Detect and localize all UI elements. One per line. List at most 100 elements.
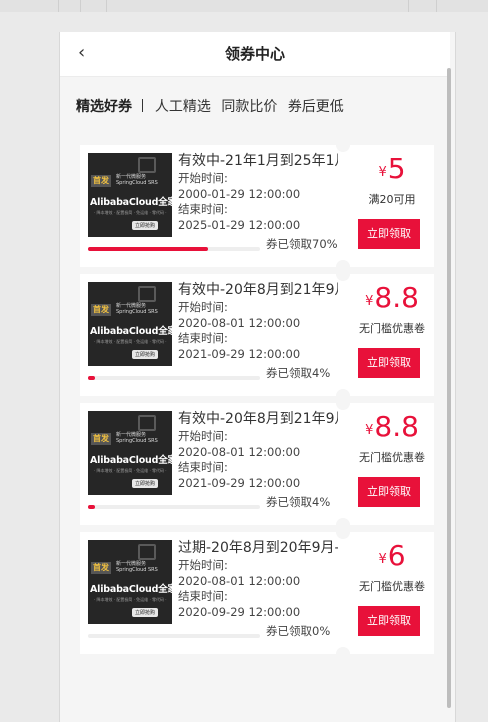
currency-symbol: ¥ <box>378 552 387 567</box>
coupon-value-panel: ¥5 满20可用 立即领取 <box>350 145 434 267</box>
coupon-name: 过期-20年8月到20年9月- <box>178 540 338 556</box>
start-label: 开始时间: <box>178 558 228 572</box>
bracket-icon <box>138 286 156 302</box>
end-label: 结束时间: <box>178 589 228 603</box>
thumb-brand: AlibabaCloud全家桶 <box>90 326 172 337</box>
start-time: 2000-01-29 12:00:00 <box>178 186 301 201</box>
thumb-subtitle-line: SpringCloud SRS <box>116 309 158 315</box>
claim-button[interactable]: 立即领取 <box>358 219 420 249</box>
thumb-tagline: · 降本增效 · 配置极简 · 免运维 · 零代码 · <box>94 339 167 344</box>
phone-viewport: ‹ 领券中心 精选好券 人工精选 同款比价 券后更低 首发 新一代微服务 Spr… <box>59 32 456 722</box>
bracket-icon <box>138 157 156 173</box>
thumb-buy-label: 立即抢购 <box>132 221 159 230</box>
amount-value: 8.8 <box>374 281 419 314</box>
claim-progress-fill <box>88 505 95 509</box>
coupon-value-panel: ¥8.8 无门槛优惠卷 立即领取 <box>350 403 434 525</box>
currency-symbol: ¥ <box>365 423 374 438</box>
claimed-percentage: 券已领取4% <box>266 495 331 509</box>
thumb-badge: 首发 <box>91 433 111 445</box>
thumb-buy-label: 立即抢购 <box>132 479 159 488</box>
end-label: 结束时间: <box>178 202 228 216</box>
coupon-amount: ¥5 <box>350 151 434 191</box>
start-label: 开始时间: <box>178 171 228 185</box>
thumb-badge: 首发 <box>91 562 111 574</box>
thumb-subtitle-line: SpringCloud SRS <box>116 567 158 573</box>
card-notch <box>336 138 350 152</box>
coupon-thumbnail: 首发 新一代微服务 SpringCloud SRS AlibabaCloud全家… <box>88 153 172 237</box>
bracket-icon <box>138 544 156 560</box>
coupon-card: 首发 新一代微服务 SpringCloud SRS AlibabaCloud全家… <box>80 396 434 532</box>
currency-symbol: ¥ <box>378 165 387 180</box>
coupon-name: 有效中-20年8月到21年9月 <box>178 282 338 298</box>
coupon-thumbnail: 首发 新一代微服务 SpringCloud SRS AlibabaCloud全家… <box>88 282 172 366</box>
claimed-percentage: 券已领取0% <box>266 624 331 638</box>
thumb-subtitle: 新一代微服务 SpringCloud SRS <box>116 561 158 573</box>
coupon-info: 有效中-20年8月到21年9月 开始时间: 2020-08-01 12:00:0… <box>178 409 338 491</box>
thumb-buy-label: 立即抢购 <box>132 350 159 359</box>
amount-value: 6 <box>387 539 406 572</box>
coupon-info: 有效中-21年1月到25年1月 开始时间: 2000-01-29 12:00:0… <box>178 151 338 233</box>
start-label: 开始时间: <box>178 429 228 443</box>
thumb-subtitle-line: SpringCloud SRS <box>116 438 158 444</box>
coupon-thumbnail: 首发 新一代微服务 SpringCloud SRS AlibabaCloud全家… <box>88 540 172 624</box>
end-time: 2025-01-29 12:00:00 <box>178 217 301 232</box>
end-label: 结束时间: <box>178 460 228 474</box>
coupon-amount: ¥6 <box>350 538 434 578</box>
coupon-card: 首发 新一代微服务 SpringCloud SRS AlibabaCloud全家… <box>80 138 434 274</box>
thumb-tagline: · 降本增效 · 配置极简 · 免运维 · 零代码 · <box>94 468 167 473</box>
claim-button[interactable]: 立即领取 <box>358 606 420 636</box>
end-time: 2021-09-29 12:00:00 <box>178 475 301 490</box>
end-label: 结束时间: <box>178 331 228 345</box>
start-label: 开始时间: <box>178 300 228 314</box>
amount-value: 8.8 <box>374 410 419 443</box>
coupon-thumbnail: 首发 新一代微服务 SpringCloud SRS AlibabaCloud全家… <box>88 411 172 495</box>
claim-progress-bar <box>88 376 260 380</box>
thumb-brand: AlibabaCloud全家桶 <box>90 455 172 466</box>
claim-progress-bar <box>88 505 260 509</box>
coupon-card: 首发 新一代微服务 SpringCloud SRS AlibabaCloud全家… <box>80 525 434 661</box>
end-time: 2021-09-29 12:00:00 <box>178 346 301 361</box>
coupon-amount: ¥8.8 <box>350 409 434 449</box>
coupon-value-panel: ¥6 无门槛优惠卷 立即领取 <box>350 532 434 654</box>
thumb-subtitle: 新一代微服务 SpringCloud SRS <box>116 174 158 186</box>
claim-button[interactable]: 立即领取 <box>358 348 420 378</box>
end-time: 2020-09-29 12:00:00 <box>178 604 301 619</box>
thumb-tagline: · 降本增效 · 配置极简 · 免运维 · 零代码 · <box>94 597 167 602</box>
coupon-info: 过期-20年8月到20年9月- 开始时间: 2020-08-01 12:00:0… <box>178 538 338 620</box>
claimed-percentage: 券已领取4% <box>266 366 331 380</box>
card-notch <box>336 396 350 410</box>
thumb-buy-label: 立即抢购 <box>132 608 159 617</box>
claim-progress-fill <box>88 376 95 380</box>
claim-button[interactable]: 立即领取 <box>358 477 420 507</box>
thumb-badge: 首发 <box>91 304 111 316</box>
tab-price-compare[interactable]: 同款比价 <box>221 96 277 116</box>
tab-lower-after-coupon[interactable]: 券后更低 <box>288 96 344 116</box>
tab-manual-picks[interactable]: 人工精选 <box>155 96 211 116</box>
thumb-badge: 首发 <box>91 175 111 187</box>
header-bar: ‹ 领券中心 <box>60 32 450 77</box>
top-bar-segment <box>106 0 407 12</box>
coupon-amount: ¥8.8 <box>350 280 434 320</box>
top-bar-segment <box>80 0 105 12</box>
card-notch <box>336 647 350 661</box>
tab-featured[interactable]: 精选好券 <box>76 96 132 116</box>
start-time: 2020-08-01 12:00:00 <box>178 315 301 330</box>
claim-progress-bar <box>88 247 260 251</box>
coupon-condition: 无门槛优惠卷 <box>359 322 425 335</box>
top-bar-segment <box>436 0 457 12</box>
thumb-subtitle-line: SpringCloud SRS <box>116 180 158 186</box>
amount-value: 5 <box>387 152 406 185</box>
coupon-condition: 无门槛优惠卷 <box>359 580 425 593</box>
coupon-condition: 无门槛优惠卷 <box>359 451 425 464</box>
tab-divider <box>142 99 144 112</box>
coupon-card: 首发 新一代微服务 SpringCloud SRS AlibabaCloud全家… <box>80 267 434 403</box>
claimed-percentage: 券已领取70% <box>266 237 338 251</box>
coupon-info: 有效中-20年8月到21年9月 开始时间: 2020-08-01 12:00:0… <box>178 280 338 362</box>
thumb-brand: AlibabaCloud全家桶 <box>90 197 172 208</box>
scrollbar[interactable] <box>447 68 451 708</box>
start-time: 2020-08-01 12:00:00 <box>178 573 301 588</box>
browser-top-bar <box>0 0 488 12</box>
thumb-brand: AlibabaCloud全家桶 <box>90 584 172 595</box>
coupon-name: 有效中-20年8月到21年9月 <box>178 411 338 427</box>
thumb-subtitle: 新一代微服务 SpringCloud SRS <box>116 303 158 315</box>
